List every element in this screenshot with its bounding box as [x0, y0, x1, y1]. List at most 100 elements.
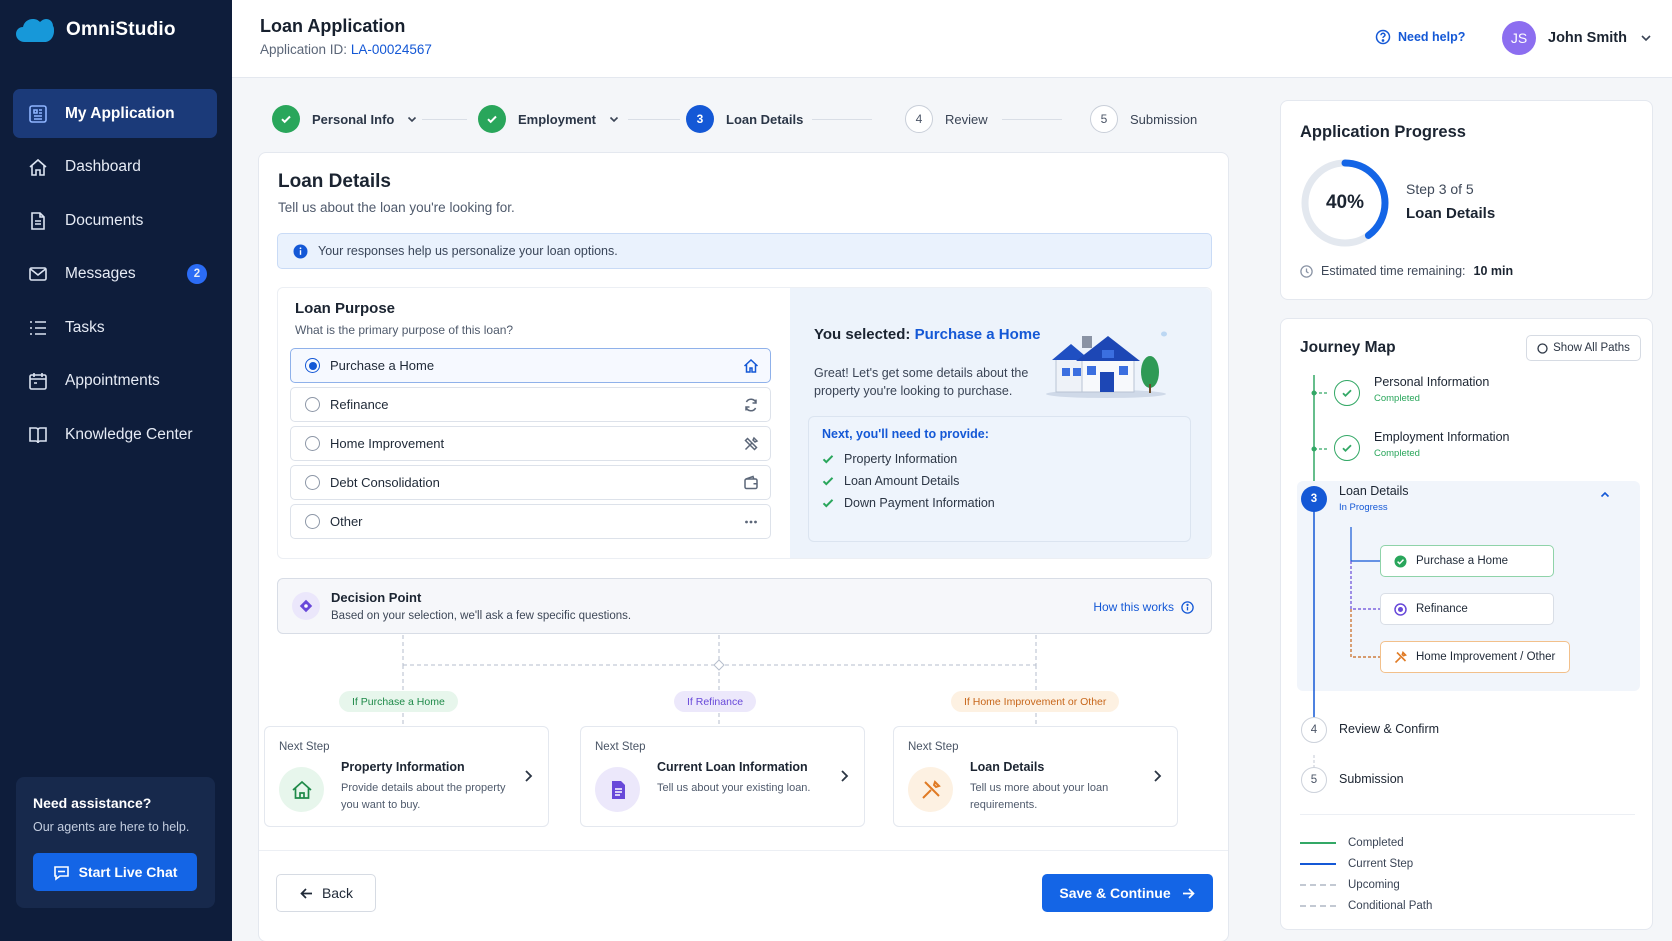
- option-label: Home Improvement: [330, 436, 445, 451]
- journey-step-title: Submission: [1339, 772, 1404, 786]
- sidebar-item-label: Documents: [65, 211, 144, 229]
- step-number: 5: [1090, 105, 1118, 133]
- path-purchase-a-home[interactable]: Purchase a Home: [1380, 545, 1554, 577]
- save-and-continue-label: Save & Continue: [1059, 885, 1171, 901]
- next-step-loan-details[interactable]: Next Step Loan Details Tell us more abou…: [893, 726, 1178, 827]
- sidebar-item-label: Dashboard: [65, 158, 141, 175]
- sidebar-item-label: Messages: [65, 265, 136, 282]
- requirement-label: Down Payment Information: [844, 496, 995, 510]
- unread-badge: 2: [187, 263, 207, 284]
- radio-button[interactable]: [305, 397, 320, 412]
- stepper-connector: [628, 119, 680, 120]
- how-this-works-link[interactable]: How this works: [1093, 600, 1194, 614]
- step-number: 4: [905, 105, 933, 133]
- loan-purpose-title: Loan Purpose: [295, 300, 396, 317]
- option-debt-consolidation[interactable]: Debt Consolidation: [290, 465, 771, 500]
- step-submission[interactable]: 5 Submission: [1090, 105, 1197, 133]
- estimated-time-label: Estimated time remaining:: [1321, 264, 1466, 278]
- requirement-item: Down Payment Information: [822, 496, 995, 510]
- next-step-description: Tell us more about your loan requirement…: [970, 782, 1109, 811]
- sidebar-item-label: Tasks: [65, 318, 105, 336]
- step-personal-info[interactable]: Personal Info: [272, 105, 418, 133]
- application-id-value: LA-00024567: [350, 42, 432, 57]
- avatar: JS: [1502, 21, 1536, 55]
- option-label: Refinance: [330, 397, 389, 412]
- loan-purpose-options: Loan Purpose What is the primary purpose…: [278, 288, 790, 558]
- loan-purpose-question: What is the primary purpose of this loan…: [295, 323, 514, 337]
- selection-description: Great! Let's get some details about the …: [814, 366, 1029, 398]
- brand[interactable]: OmniStudio: [16, 16, 176, 43]
- requirement-item: Loan Amount Details: [822, 474, 959, 488]
- next-step-current-loan-information[interactable]: Next Step Current Loan Information Tell …: [580, 726, 865, 827]
- more-icon: [743, 514, 759, 530]
- selection-title: You selected: Purchase a Home: [814, 326, 1040, 343]
- journey-step-title: Loan Details: [1339, 484, 1409, 498]
- user-menu[interactable]: JS John Smith: [1502, 21, 1653, 55]
- application-progress-card: Application Progress 40% Step 3 of 5 Loa…: [1280, 100, 1653, 300]
- sidebar-item-my-application[interactable]: My Application: [13, 89, 217, 138]
- decision-point: Decision Point Based on your selection, …: [277, 578, 1212, 634]
- mail-icon: [27, 263, 49, 285]
- chevron-up-icon[interactable]: [1599, 489, 1611, 501]
- divider: [259, 850, 1228, 851]
- sidebar-item-messages[interactable]: Messages 2: [13, 250, 217, 299]
- check-circle-icon: [1394, 555, 1407, 568]
- progress-percent: 40%: [1325, 192, 1365, 213]
- check-icon: [272, 105, 300, 133]
- info-icon: [293, 244, 308, 259]
- calendar-icon: [27, 370, 49, 392]
- stepper-connector: [422, 119, 467, 120]
- next-step-title: Current Loan Information: [657, 760, 808, 774]
- progress-stepper: Personal Info Employment 3 Loan Details …: [272, 105, 1212, 137]
- save-and-continue-button[interactable]: Save & Continue: [1042, 874, 1213, 912]
- chevron-right-icon: [522, 769, 534, 783]
- assistance-card: Need assistance? Our agents are here to …: [16, 777, 215, 908]
- back-button[interactable]: Back: [276, 874, 376, 912]
- option-label: Debt Consolidation: [330, 475, 440, 490]
- option-refinance[interactable]: Refinance: [290, 387, 771, 422]
- option-label: Purchase a Home: [330, 358, 435, 373]
- document-icon: [27, 210, 49, 232]
- radio-button[interactable]: [305, 358, 320, 373]
- sidebar-item-documents[interactable]: Documents: [13, 196, 217, 245]
- journey-step-title: Review & Confirm: [1339, 722, 1440, 736]
- step-employment[interactable]: Employment: [478, 105, 620, 133]
- journey-step-completed-icon: [1334, 380, 1360, 406]
- sidebar-item-appointments[interactable]: Appointments: [13, 357, 217, 406]
- path-refinance[interactable]: Refinance: [1380, 593, 1554, 625]
- sidebar-item-tasks[interactable]: Tasks: [13, 303, 217, 352]
- progress-step-name: Loan Details: [1406, 205, 1496, 222]
- radio-button[interactable]: [305, 475, 320, 490]
- option-purchase-a-home[interactable]: Purchase a Home: [290, 348, 771, 383]
- progress-step: Step 3 of 5: [1406, 181, 1474, 197]
- check-icon: [822, 453, 834, 465]
- radio-button[interactable]: [305, 514, 320, 529]
- step-label: Personal Info: [312, 111, 395, 127]
- next-step-label: Next Step: [908, 741, 959, 753]
- need-help-link[interactable]: Need help?: [1375, 29, 1465, 45]
- refresh-icon: [743, 397, 759, 413]
- check-icon: [822, 497, 834, 509]
- step-loan-details[interactable]: 3 Loan Details: [686, 105, 803, 133]
- journey-step-completed-icon: [1334, 435, 1360, 461]
- radio-button[interactable]: [305, 436, 320, 451]
- requirement-label: Property Information: [844, 452, 958, 466]
- application-icon: [27, 103, 49, 125]
- next-step-title: Property Information: [341, 760, 465, 774]
- sidebar-item-knowledge-center[interactable]: Knowledge Center: [13, 410, 217, 459]
- home-icon: [27, 156, 49, 178]
- step-review[interactable]: 4 Review: [905, 105, 988, 133]
- decision-icon: [292, 592, 320, 620]
- path-label: Refinance: [1416, 603, 1468, 615]
- next-step-property-information[interactable]: Next Step Property Information Provide d…: [264, 726, 549, 827]
- option-other[interactable]: Other: [290, 504, 771, 539]
- legend-current-step: Current Step: [1300, 858, 1413, 870]
- sidebar-item-dashboard[interactable]: Dashboard: [13, 143, 217, 192]
- option-home-improvement[interactable]: Home Improvement: [290, 426, 771, 461]
- application-id: Application ID: LA-00024567: [260, 42, 432, 57]
- journey-step-title: Personal Information: [1374, 375, 1490, 389]
- back-label: Back: [321, 885, 354, 901]
- section-subtitle: Tell us about the loan you're looking fo…: [278, 200, 515, 215]
- path-home-improvement-other[interactable]: Home Improvement / Other: [1380, 641, 1570, 673]
- start-live-chat-button[interactable]: Start Live Chat: [33, 853, 197, 891]
